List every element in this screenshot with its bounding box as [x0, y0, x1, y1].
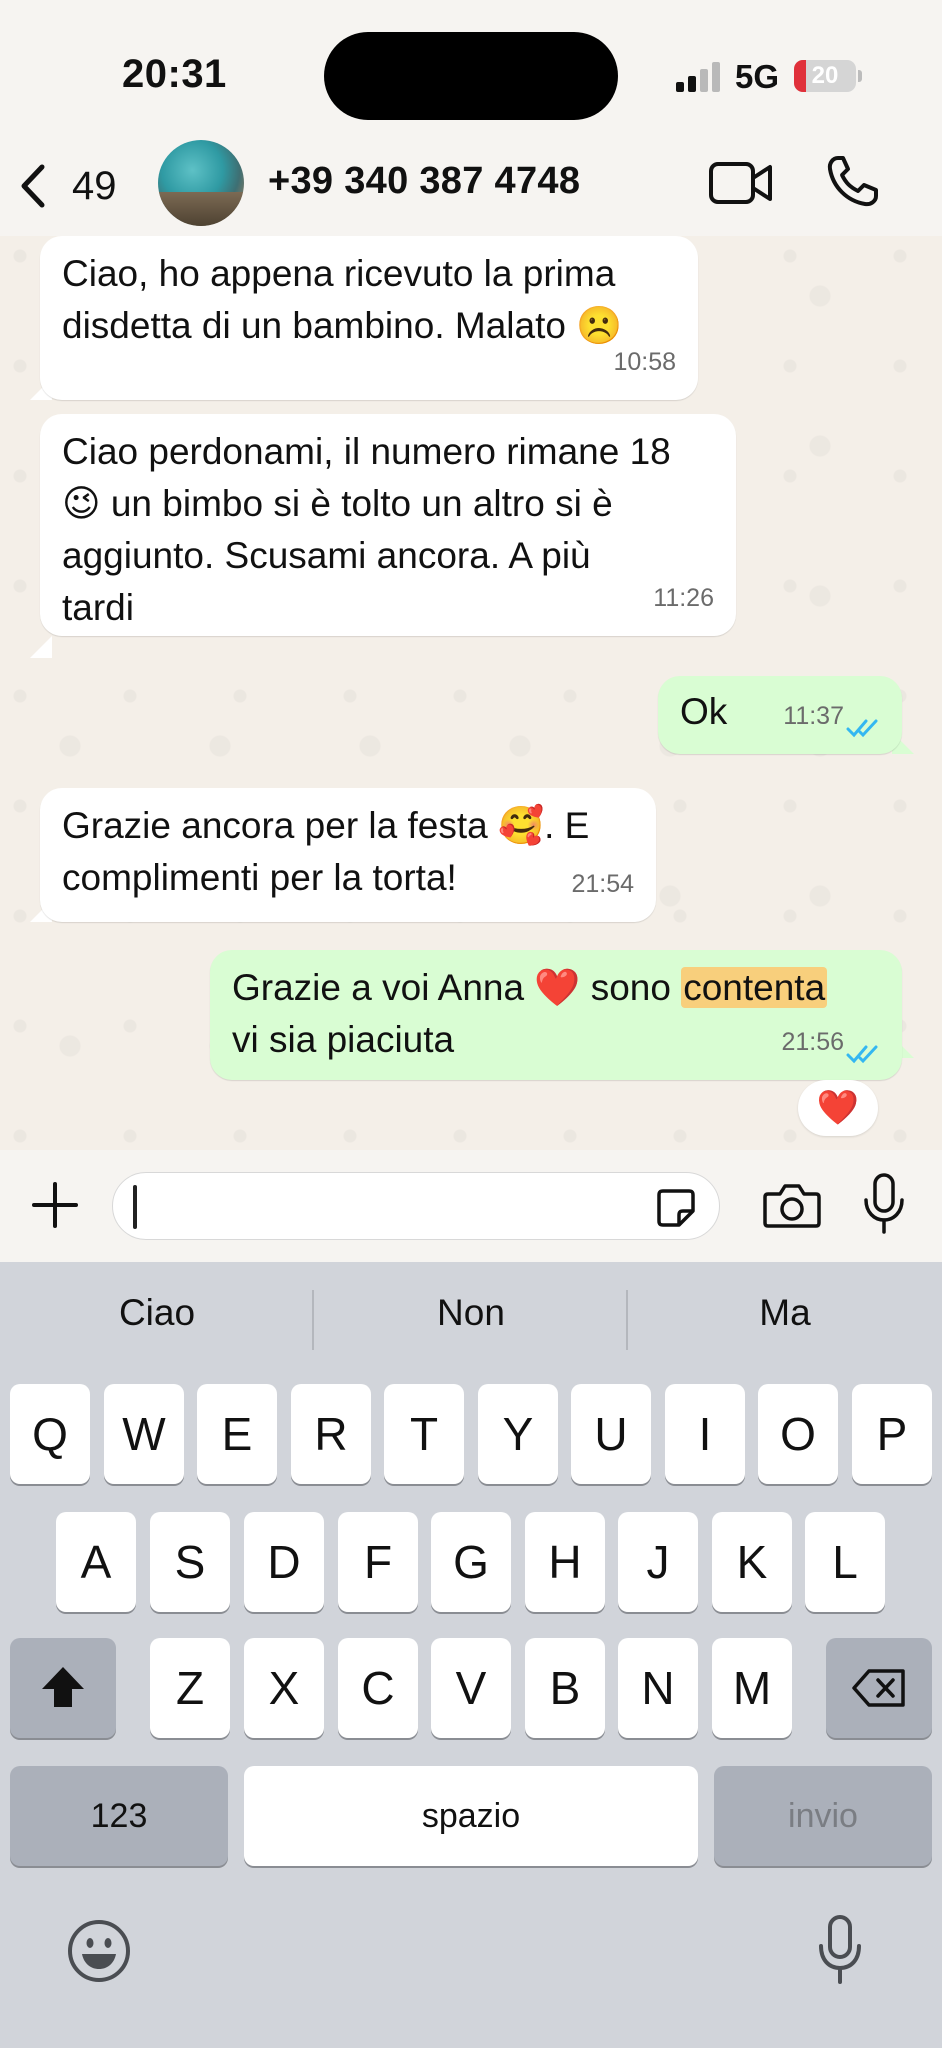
numbers-key[interactable]: 123: [10, 1766, 228, 1866]
predictive-bar: Ciao Non Ma: [0, 1262, 942, 1382]
key-c[interactable]: C: [338, 1638, 418, 1738]
key-r[interactable]: R: [291, 1384, 371, 1484]
chat-header: 49 +39 340 387 4748: [0, 140, 942, 236]
key-j[interactable]: J: [618, 1512, 698, 1612]
status-time: 20:31: [122, 52, 227, 96]
message-text-part: Grazie a voi Anna ❤️ sono: [232, 967, 682, 1008]
message-time: 11:26: [653, 584, 714, 612]
chat-messages[interactable]: Ciao, ho appena ricevuto la prima disdet…: [0, 236, 942, 1150]
contact-avatar[interactable]: [158, 140, 244, 226]
backspace-icon: [852, 1669, 905, 1707]
back-button[interactable]: 49: [16, 154, 136, 218]
sticker-icon[interactable]: [655, 1187, 697, 1229]
camera-icon[interactable]: [762, 1180, 822, 1230]
message-text: Ciao perdonami, il numero rimane 18: [62, 431, 671, 472]
key-z[interactable]: Z: [150, 1638, 230, 1738]
battery-icon: 20: [794, 60, 856, 92]
plus-icon[interactable]: [30, 1180, 80, 1230]
shift-key[interactable]: [10, 1638, 116, 1738]
bubble-tail: [30, 636, 52, 658]
return-key[interactable]: invio: [714, 1766, 932, 1866]
message-time: 21:56: [781, 1028, 844, 1056]
key-o[interactable]: O: [758, 1384, 838, 1484]
key-e[interactable]: E: [197, 1384, 277, 1484]
message-text: Grazie ancora per la festa 🥰. E: [62, 805, 590, 846]
read-receipt-icon: [846, 1045, 878, 1064]
battery-nub: [858, 70, 862, 82]
phone-icon[interactable]: [824, 154, 880, 210]
key-d[interactable]: D: [244, 1512, 324, 1612]
message-text: aggiunto. Scusami ancora. A più: [62, 535, 591, 576]
key-p[interactable]: P: [852, 1384, 932, 1484]
chevron-left-icon: [21, 164, 45, 208]
key-m[interactable]: M: [712, 1638, 792, 1738]
text-caret: [133, 1185, 137, 1229]
keyboard: Ciao Non Ma Q W E R T Y U I O P A S D F …: [0, 1262, 942, 2048]
message-composer: [0, 1150, 942, 1262]
key-h[interactable]: H: [525, 1512, 605, 1612]
key-g[interactable]: G: [431, 1512, 511, 1612]
unread-count: 49: [72, 163, 117, 208]
message-text: complimenti per la torta!: [62, 857, 457, 898]
key-v[interactable]: V: [431, 1638, 511, 1738]
highlighted-word: contenta: [681, 967, 828, 1008]
video-camera-icon[interactable]: [708, 158, 774, 208]
message-bubble-incoming[interactable]: Grazie ancora per la festa 🥰. E complime…: [40, 788, 656, 922]
suggestion-3[interactable]: Ma: [628, 1292, 942, 1334]
delete-key[interactable]: [826, 1638, 932, 1738]
message-text: 😉 un bimbo si è tolto un altro si è: [62, 483, 613, 524]
message-text: disdetta di un bambino. Malato ☹️: [62, 305, 623, 346]
key-w[interactable]: W: [104, 1384, 184, 1484]
key-f[interactable]: F: [338, 1512, 418, 1612]
message-bubble-incoming[interactable]: Ciao perdonami, il numero rimane 18 😉 un…: [40, 414, 736, 636]
message-bubble-incoming[interactable]: Ciao, ho appena ricevuto la prima disdet…: [40, 236, 698, 400]
key-n[interactable]: N: [618, 1638, 698, 1738]
key-q[interactable]: Q: [10, 1384, 90, 1484]
contact-name[interactable]: +39 340 387 4748: [268, 160, 580, 203]
key-y[interactable]: Y: [478, 1384, 558, 1484]
network-type: 5G: [735, 58, 780, 95]
key-x[interactable]: X: [244, 1638, 324, 1738]
message-time: 10:58: [613, 348, 676, 376]
key-k[interactable]: K: [712, 1512, 792, 1612]
heart-reaction[interactable]: ❤️: [798, 1080, 878, 1136]
key-s[interactable]: S: [150, 1512, 230, 1612]
message-text: tardi: [62, 587, 134, 628]
shift-arrow-icon: [42, 1667, 84, 1707]
read-receipt-icon: [846, 719, 878, 738]
space-key[interactable]: spazio: [244, 1766, 698, 1866]
key-a[interactable]: A: [56, 1512, 136, 1612]
message-time: 11:37: [783, 702, 844, 730]
emoji-face-icon[interactable]: [66, 1918, 132, 1984]
message-bubble-outgoing[interactable]: Grazie a voi Anna ❤️ sono contenta vi si…: [210, 950, 902, 1080]
suggestion-2[interactable]: Non: [314, 1292, 628, 1334]
battery-percent: 20: [811, 62, 839, 89]
suggestion-1[interactable]: Ciao: [0, 1292, 314, 1334]
key-t[interactable]: T: [384, 1384, 464, 1484]
status-bar: 20:31 5G 20: [0, 0, 942, 140]
microphone-icon[interactable]: [860, 1172, 908, 1236]
key-u[interactable]: U: [571, 1384, 651, 1484]
key-b[interactable]: B: [525, 1638, 605, 1738]
message-bubble-outgoing[interactable]: Ok 11:37: [658, 676, 902, 754]
key-l[interactable]: L: [805, 1512, 885, 1612]
message-text: Grazie a voi Anna ❤️ sono contenta: [232, 962, 878, 1014]
message-text: Ciao, ho appena ricevuto la prima: [62, 253, 616, 294]
message-time: 21:54: [571, 870, 634, 898]
cellular-signal-icon: [676, 62, 720, 92]
message-input[interactable]: [112, 1172, 720, 1240]
dynamic-island: [324, 32, 618, 120]
key-i[interactable]: I: [665, 1384, 745, 1484]
dictation-microphone-icon[interactable]: [816, 1914, 864, 1986]
